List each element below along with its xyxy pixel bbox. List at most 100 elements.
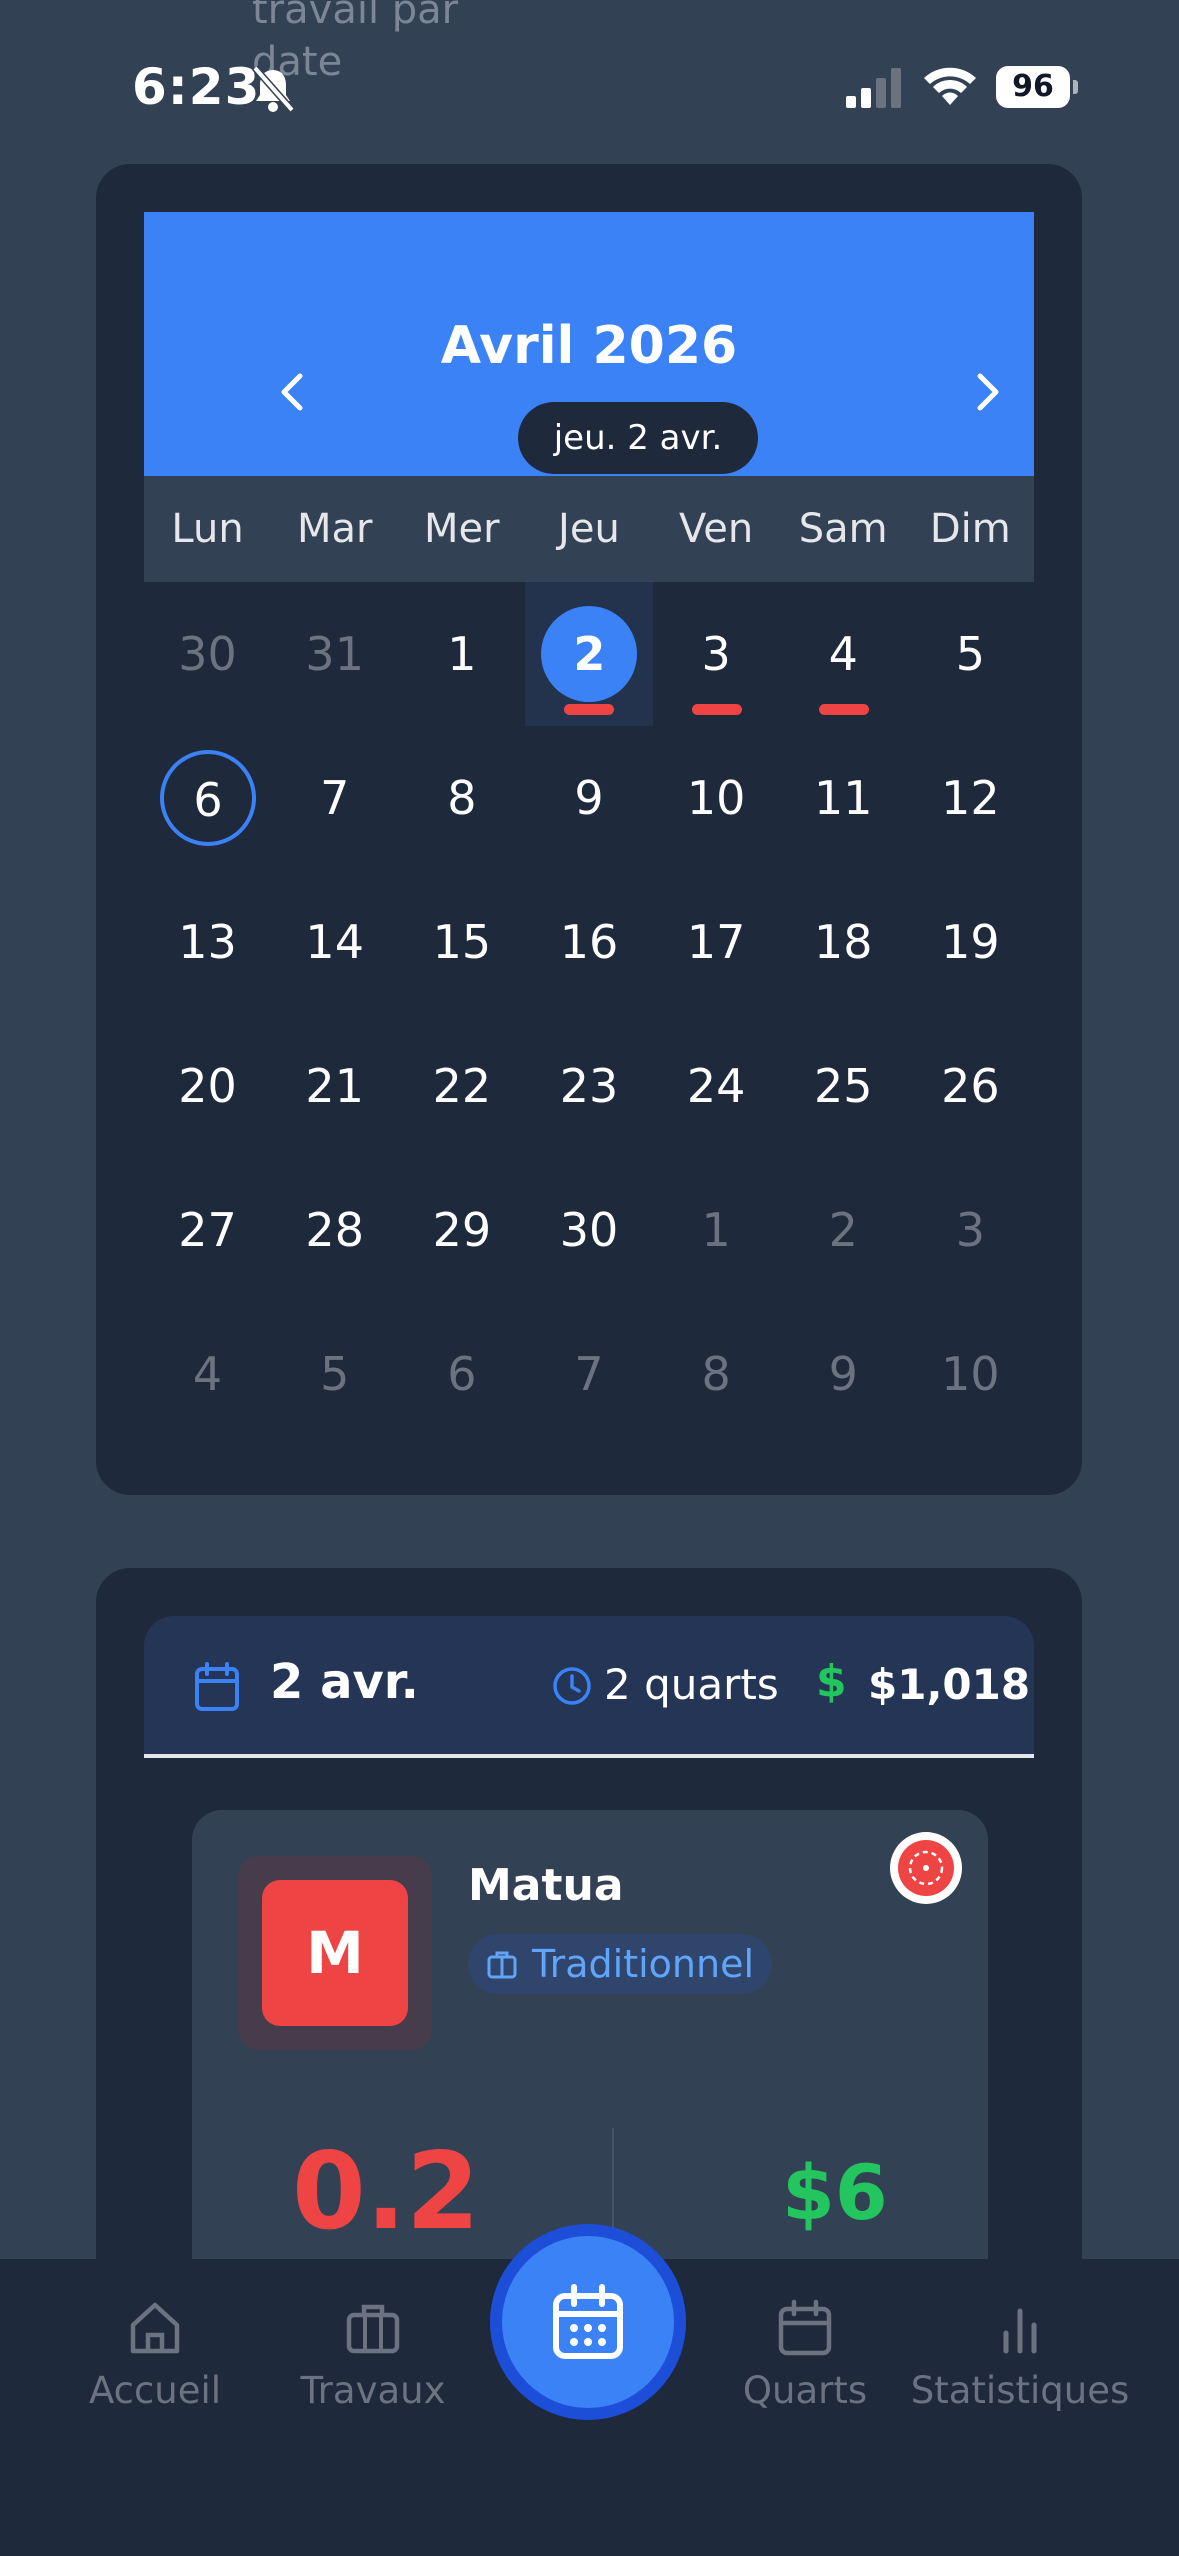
calendar-fab-button[interactable] xyxy=(490,2224,686,2420)
calendar-day[interactable]: 20 xyxy=(144,1014,271,1158)
calendar-day[interactable]: 4 xyxy=(780,582,907,726)
calendar-day-number: 5 xyxy=(955,627,986,681)
tab-accueil[interactable]: Accueil xyxy=(50,2259,260,2459)
weekday-header-row: Lun Mar Mer Jeu Ven Sam Dim xyxy=(144,476,1034,582)
calendar-day-number: 22 xyxy=(432,1059,492,1113)
calendar-day[interactable]: 13 xyxy=(144,870,271,1014)
calendar-day[interactable]: 1 xyxy=(398,582,525,726)
calendar-day[interactable]: 9 xyxy=(780,1302,907,1446)
summary-date: 2 avr. xyxy=(270,1654,419,1710)
calendar-day[interactable]: 5 xyxy=(271,1302,398,1446)
calendar-day[interactable]: 11 xyxy=(780,726,907,870)
calendar-day[interactable]: 6 xyxy=(398,1302,525,1446)
calendar-day[interactable]: 27 xyxy=(144,1158,271,1302)
summary-shift-count: 2 quarts xyxy=(604,1660,779,1709)
tab-travaux[interactable]: Travaux xyxy=(268,2259,478,2459)
calendar-day[interactable]: 21 xyxy=(271,1014,398,1158)
calendar-day[interactable]: 17 xyxy=(653,870,780,1014)
calendar-day[interactable]: 25 xyxy=(780,1014,907,1158)
calendar-day-number: 15 xyxy=(432,915,492,969)
shift-marker xyxy=(818,704,869,715)
status-time: 6:23 xyxy=(132,58,261,116)
calendar-day[interactable]: 16 xyxy=(525,870,652,1014)
calendar-day-number: 6 xyxy=(160,750,256,846)
calendar-day-number: 7 xyxy=(320,771,350,825)
calendar-day-number: 30 xyxy=(559,1203,619,1257)
calendar-day-number: 2 xyxy=(541,606,638,702)
battery-level: 96 xyxy=(996,66,1070,108)
bar-chart-icon xyxy=(1003,2308,1037,2354)
calendar-day[interactable]: 3 xyxy=(907,1158,1034,1302)
calendar-card: Avril 2026 jeu. 2 avr. Lun Mar Mer Jeu V… xyxy=(96,164,1082,1495)
calendar-day[interactable]: 14 xyxy=(271,870,398,1014)
calendar-day-number: 1 xyxy=(701,1203,731,1257)
chevron-right-icon[interactable] xyxy=(956,362,1016,422)
calendar-day[interactable]: 22 xyxy=(398,1014,525,1158)
calendar-day-number: 5 xyxy=(320,1347,350,1401)
calendar-day-number: 2 xyxy=(828,1203,858,1257)
calendar-day[interactable]: 1 xyxy=(653,1158,780,1302)
tab-statistiques[interactable]: Statistiques xyxy=(910,2259,1130,2459)
calendar-day-number: 9 xyxy=(574,771,604,825)
calendar-day[interactable]: 2 xyxy=(780,1158,907,1302)
status-dashed-circle-icon xyxy=(908,1850,944,1886)
calendar-day[interactable]: 15 xyxy=(398,870,525,1014)
clock-icon xyxy=(553,1667,591,1705)
calendar-day-number: 29 xyxy=(432,1203,492,1257)
calendar-day[interactable]: 7 xyxy=(525,1302,652,1446)
calendar-day-number: 4 xyxy=(192,1347,223,1401)
calendar-day-number: 26 xyxy=(941,1059,1000,1113)
calendar-day[interactable]: 10 xyxy=(907,1302,1034,1446)
shift-marker xyxy=(564,704,615,715)
calendar-day[interactable]: 30 xyxy=(525,1158,652,1302)
calendar-day[interactable]: 8 xyxy=(398,726,525,870)
weekday-label: Ven xyxy=(678,506,754,552)
wifi-icon xyxy=(924,67,976,105)
weekday-label: Mar xyxy=(296,506,373,552)
calendar-header: Avril 2026 jeu. 2 avr. xyxy=(144,212,1034,476)
calendar-day[interactable]: 19 xyxy=(907,870,1034,1014)
selected-date-pill[interactable]: jeu. 2 avr. xyxy=(518,402,758,474)
calendar-day[interactable]: 8 xyxy=(653,1302,780,1446)
weekday-label: Sam xyxy=(798,506,888,552)
briefcase-icon xyxy=(346,2304,400,2354)
calendar-day-number: 3 xyxy=(701,627,731,681)
calendar-day[interactable]: 4 xyxy=(144,1302,271,1446)
calendar-day[interactable]: 28 xyxy=(271,1158,398,1302)
calendar-day[interactable]: 5 xyxy=(907,582,1034,726)
avatar-frame: M xyxy=(238,1856,432,2050)
calendar-day[interactable]: 6 xyxy=(144,726,271,870)
summary-earnings: $1,018 xyxy=(868,1660,1031,1709)
calendar-icon xyxy=(778,2299,832,2356)
calendar-day-number: 12 xyxy=(941,771,1000,825)
calendar-day[interactable]: 2 xyxy=(525,582,653,726)
calendar-day[interactable]: 24 xyxy=(653,1014,780,1158)
calendar-day[interactable]: 26 xyxy=(907,1014,1034,1158)
status-bar: travail par date 6:23 96 xyxy=(0,0,1179,150)
calendar-day[interactable]: 10 xyxy=(653,726,780,870)
status-toggle-button[interactable] xyxy=(890,1832,962,1904)
hours-stat-value: 0.2 xyxy=(292,2130,480,2253)
calendar-day-number: 17 xyxy=(686,915,746,969)
calendar-day[interactable]: 31 xyxy=(271,582,398,726)
calendar-day-number: 19 xyxy=(941,915,1000,969)
calendar-day[interactable]: 29 xyxy=(398,1158,525,1302)
calendar-day-number: 24 xyxy=(686,1059,746,1113)
calendar-day[interactable]: 30 xyxy=(144,582,271,726)
calendar-day-number: 8 xyxy=(447,771,477,825)
tab-label: Quarts xyxy=(742,2369,868,2412)
tab-quarts[interactable]: Quarts xyxy=(700,2259,910,2459)
calendar-day-number: 4 xyxy=(828,627,858,681)
calendar-day-number: 13 xyxy=(178,915,237,969)
calendar-icon xyxy=(195,1662,239,1711)
calendar-day[interactable]: 9 xyxy=(525,726,652,870)
calendar-day-number: 8 xyxy=(701,1347,731,1401)
calendar-day[interactable]: 23 xyxy=(525,1014,652,1158)
calendar-day[interactable]: 3 xyxy=(653,582,780,726)
calendar-day[interactable]: 7 xyxy=(271,726,398,870)
calendar-day-number: 21 xyxy=(305,1059,364,1113)
calendar-day[interactable]: 18 xyxy=(780,870,907,1014)
battery-icon: 96 xyxy=(996,66,1078,110)
tab-label: Travaux xyxy=(300,2369,446,2412)
calendar-day[interactable]: 12 xyxy=(907,726,1034,870)
